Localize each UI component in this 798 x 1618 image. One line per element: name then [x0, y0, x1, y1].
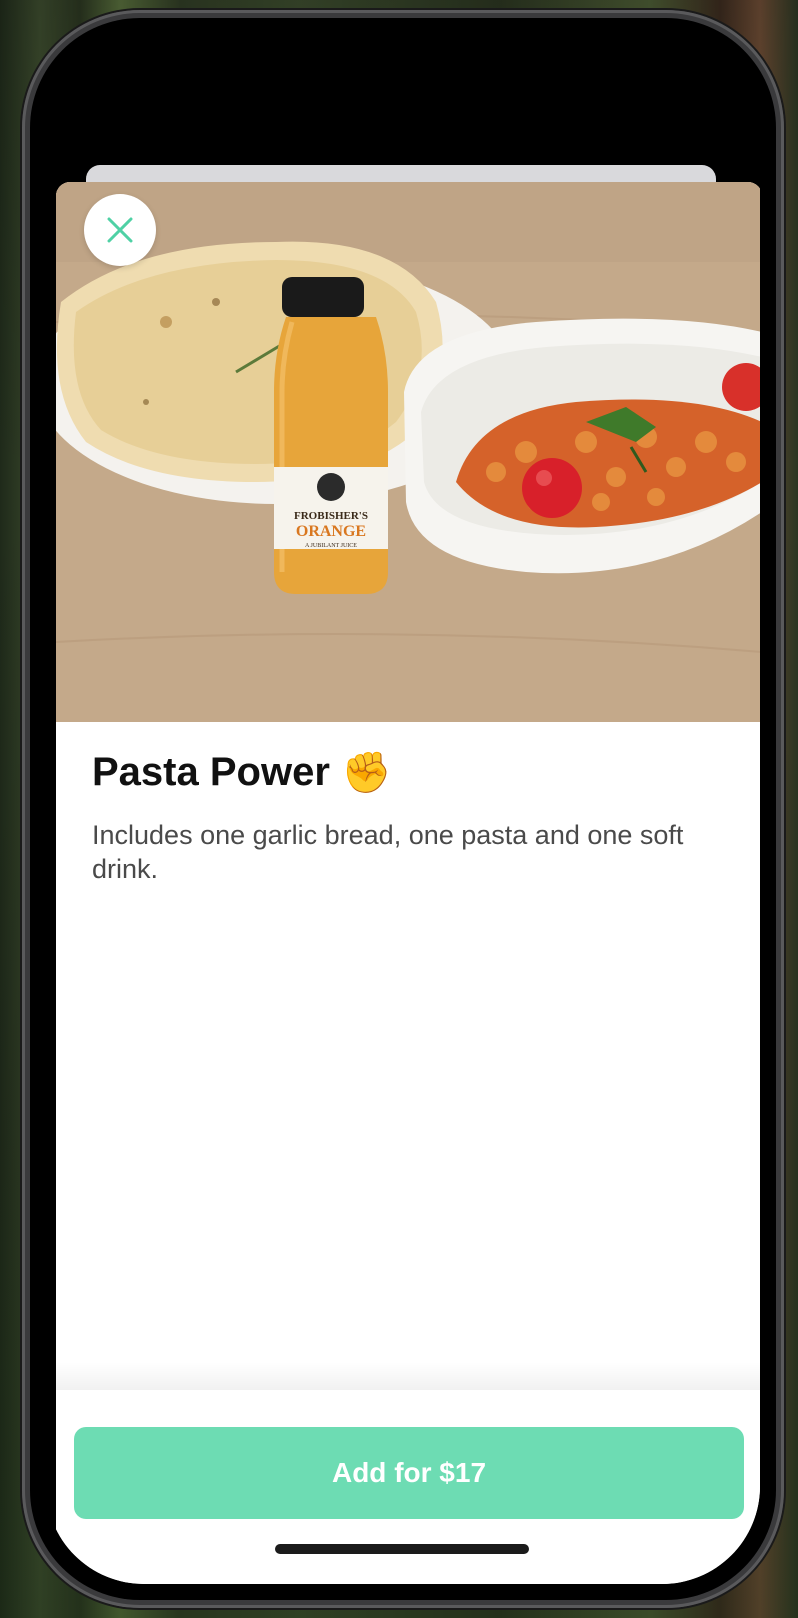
- phone-frame: FROBISHER'S ORANGE A JUBILANT JUICE Past…: [22, 10, 784, 1608]
- close-icon: [107, 217, 133, 243]
- bottle-label-top: FROBISHER'S: [294, 510, 368, 522]
- food-photo-illustration: FROBISHER'S ORANGE A JUBILANT JUICE: [56, 182, 760, 722]
- add-to-cart-button[interactable]: Add for $17: [74, 1427, 744, 1519]
- close-button[interactable]: [84, 194, 156, 266]
- product-description: Includes one garlic bread, one pasta and…: [92, 820, 684, 884]
- screen: FROBISHER'S ORANGE A JUBILANT JUICE Past…: [46, 34, 760, 1584]
- product-image: FROBISHER'S ORANGE A JUBILANT JUICE: [56, 182, 760, 722]
- screen-bezel: FROBISHER'S ORANGE A JUBILANT JUICE Past…: [30, 18, 776, 1600]
- bottle-label-main: ORANGE: [296, 523, 366, 540]
- bottle-label-sub: A JUBILANT JUICE: [305, 543, 357, 549]
- home-indicator[interactable]: [275, 1544, 529, 1554]
- product-title-text: Pasta Power: [92, 749, 330, 794]
- raised-fist-emoji: ✊: [341, 750, 392, 795]
- footer-divider-shadow: [56, 1362, 760, 1392]
- product-title: Pasta Power ✊: [92, 746, 732, 798]
- sheet-footer: Add for $17: [56, 1390, 760, 1584]
- product-details: Pasta Power ✊ Includes one garlic bread,…: [92, 746, 732, 886]
- product-sheet: FROBISHER'S ORANGE A JUBILANT JUICE Past…: [56, 182, 760, 1584]
